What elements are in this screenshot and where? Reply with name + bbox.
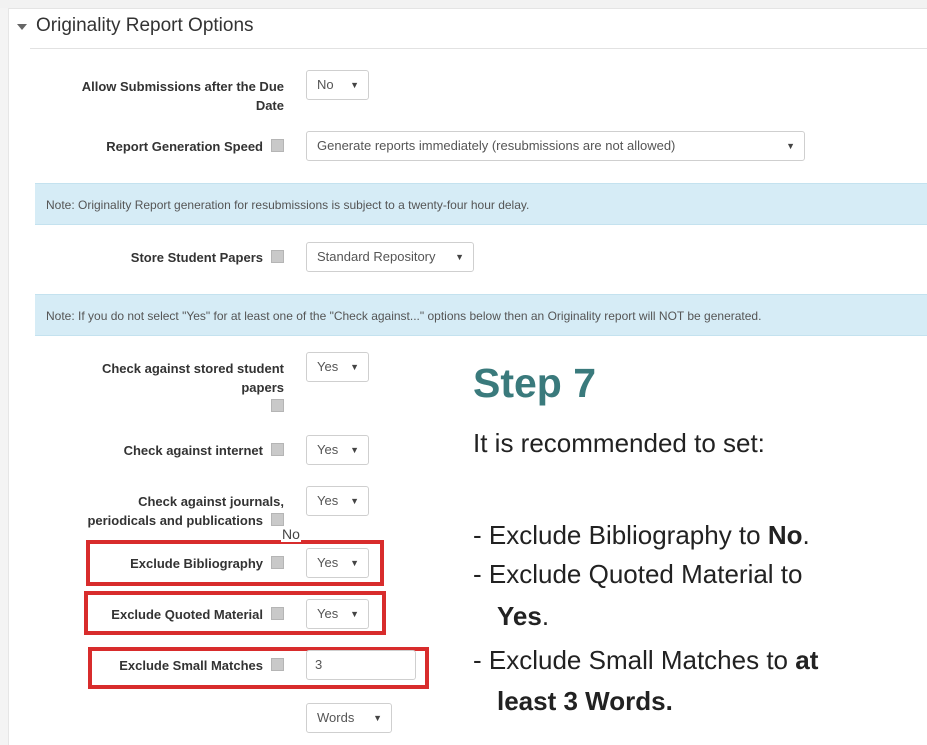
check-stored-label-line1: Check against stored student bbox=[101, 361, 284, 376]
check-against-note: Note: If you do not select "Yes" for at … bbox=[35, 294, 927, 336]
step-item-text: . bbox=[541, 601, 550, 631]
report-speed-label: Report Generation Speed bbox=[24, 137, 284, 156]
dropdown-arrow-icon: ▼ bbox=[350, 558, 359, 568]
step-item-emphasis: Yes bbox=[497, 601, 542, 631]
report-speed-label-text: Report Generation Speed bbox=[106, 139, 263, 154]
exclude-small-unit-select[interactable]: Words ▼ bbox=[306, 703, 392, 733]
check-stored-value: Yes bbox=[317, 359, 339, 374]
dropdown-arrow-icon: ▼ bbox=[350, 80, 359, 90]
exclude-quoted-select[interactable]: Yes ▼ bbox=[306, 599, 369, 629]
check-internet-label: Check against internet bbox=[44, 441, 284, 460]
dropdown-arrow-icon: ▼ bbox=[350, 362, 359, 372]
exclude-small-unit-value: Words bbox=[317, 710, 355, 725]
step-item-text: - Exclude Bibliography to bbox=[473, 520, 768, 550]
step-item-text: - Exclude Small Matches to bbox=[473, 645, 796, 675]
dropdown-arrow-icon: ▼ bbox=[350, 445, 359, 455]
step-item-quoted: - Exclude Quoted Material to bbox=[473, 559, 803, 589]
section-divider bbox=[30, 48, 927, 49]
allow-submissions-select[interactable]: No ▼ bbox=[306, 70, 369, 100]
exclude-small-label: Exclude Small Matches bbox=[74, 656, 284, 675]
allow-submissions-label-line1: Allow Submissions after the Due bbox=[81, 79, 284, 94]
help-icon[interactable] bbox=[271, 399, 284, 412]
check-journals-select[interactable]: Yes ▼ bbox=[306, 486, 369, 516]
exclude-bibliography-value: Yes bbox=[317, 555, 339, 570]
section-header[interactable]: Originality Report Options bbox=[17, 15, 254, 37]
help-icon[interactable] bbox=[271, 556, 284, 569]
check-internet-select[interactable]: Yes ▼ bbox=[306, 435, 369, 465]
step-item-emphasis: No bbox=[767, 520, 803, 550]
allow-submissions-value: No bbox=[317, 77, 334, 92]
store-papers-label-text: Store Student Papers bbox=[130, 250, 263, 265]
check-journals-value: Yes bbox=[317, 493, 339, 508]
store-papers-select[interactable]: Standard Repository ▼ bbox=[306, 242, 474, 272]
dropdown-arrow-icon: ▼ bbox=[350, 609, 359, 619]
window-left-edge bbox=[0, 8, 9, 745]
help-icon[interactable] bbox=[271, 250, 284, 263]
exclude-small-label-text: Exclude Small Matches bbox=[119, 658, 263, 673]
step-item-small-matches-cont: least 3 Words. bbox=[497, 686, 673, 717]
collapse-caret-icon[interactable] bbox=[17, 24, 27, 30]
dropdown-arrow-icon: ▼ bbox=[350, 496, 359, 506]
step-title: Step 7 bbox=[473, 360, 597, 406]
check-stored-select[interactable]: Yes ▼ bbox=[306, 352, 369, 382]
check-stored-label: Check against stored student papers bbox=[44, 359, 284, 416]
step-item-text: . bbox=[802, 520, 810, 550]
resubmission-note: Note: Originality Report generation for … bbox=[35, 183, 927, 225]
help-icon[interactable] bbox=[271, 607, 284, 620]
exclude-quoted-label-text: Exclude Quoted Material bbox=[111, 607, 263, 622]
step-item-emphasis: least 3 Words. bbox=[497, 686, 673, 716]
step-intro: It is recommended to set: bbox=[473, 428, 765, 458]
help-icon[interactable] bbox=[271, 443, 284, 456]
store-papers-value: Standard Repository bbox=[317, 249, 436, 264]
help-icon[interactable] bbox=[271, 513, 284, 526]
step-item-quoted-cont: Yes. bbox=[497, 601, 549, 632]
help-icon[interactable] bbox=[271, 139, 284, 152]
step-item-small-matches: - Exclude Small Matches to at bbox=[473, 645, 818, 676]
check-journals-label-line2: periodicals and publications bbox=[87, 513, 263, 528]
check-stored-label-line2: papers bbox=[241, 380, 284, 395]
report-speed-value: Generate reports immediately (resubmissi… bbox=[317, 138, 676, 153]
exclude-small-input[interactable]: 3 bbox=[306, 650, 416, 680]
allow-submissions-label-line2: Date bbox=[255, 98, 284, 113]
bibliography-annotation: No bbox=[281, 526, 301, 542]
check-internet-value: Yes bbox=[317, 442, 339, 457]
help-icon[interactable] bbox=[271, 658, 284, 671]
exclude-bibliography-label: Exclude Bibliography bbox=[84, 554, 284, 573]
step-item-emphasis: at bbox=[795, 645, 819, 675]
dropdown-arrow-icon: ▼ bbox=[786, 141, 795, 151]
dropdown-arrow-icon: ▼ bbox=[373, 713, 382, 723]
exclude-bibliography-select[interactable]: Yes ▼ bbox=[306, 548, 369, 578]
check-journals-label-line1: Check against journals, bbox=[138, 494, 284, 509]
allow-submissions-label: Allow Submissions after the Due Date bbox=[44, 77, 284, 115]
store-papers-label: Store Student Papers bbox=[24, 248, 284, 267]
exclude-bibliography-label-text: Exclude Bibliography bbox=[130, 556, 263, 571]
check-journals-label: Check against journals, periodicals and … bbox=[24, 492, 284, 530]
section-title: Originality Report Options bbox=[36, 15, 254, 36]
window-top-edge bbox=[0, 0, 927, 9]
exclude-quoted-value: Yes bbox=[317, 606, 339, 621]
report-speed-select[interactable]: Generate reports immediately (resubmissi… bbox=[306, 131, 805, 161]
step-item-bibliography: - Exclude Bibliography to No. bbox=[473, 520, 810, 551]
dropdown-arrow-icon: ▼ bbox=[455, 252, 464, 262]
check-internet-label-text: Check against internet bbox=[123, 443, 263, 458]
exclude-quoted-label: Exclude Quoted Material bbox=[74, 605, 284, 624]
